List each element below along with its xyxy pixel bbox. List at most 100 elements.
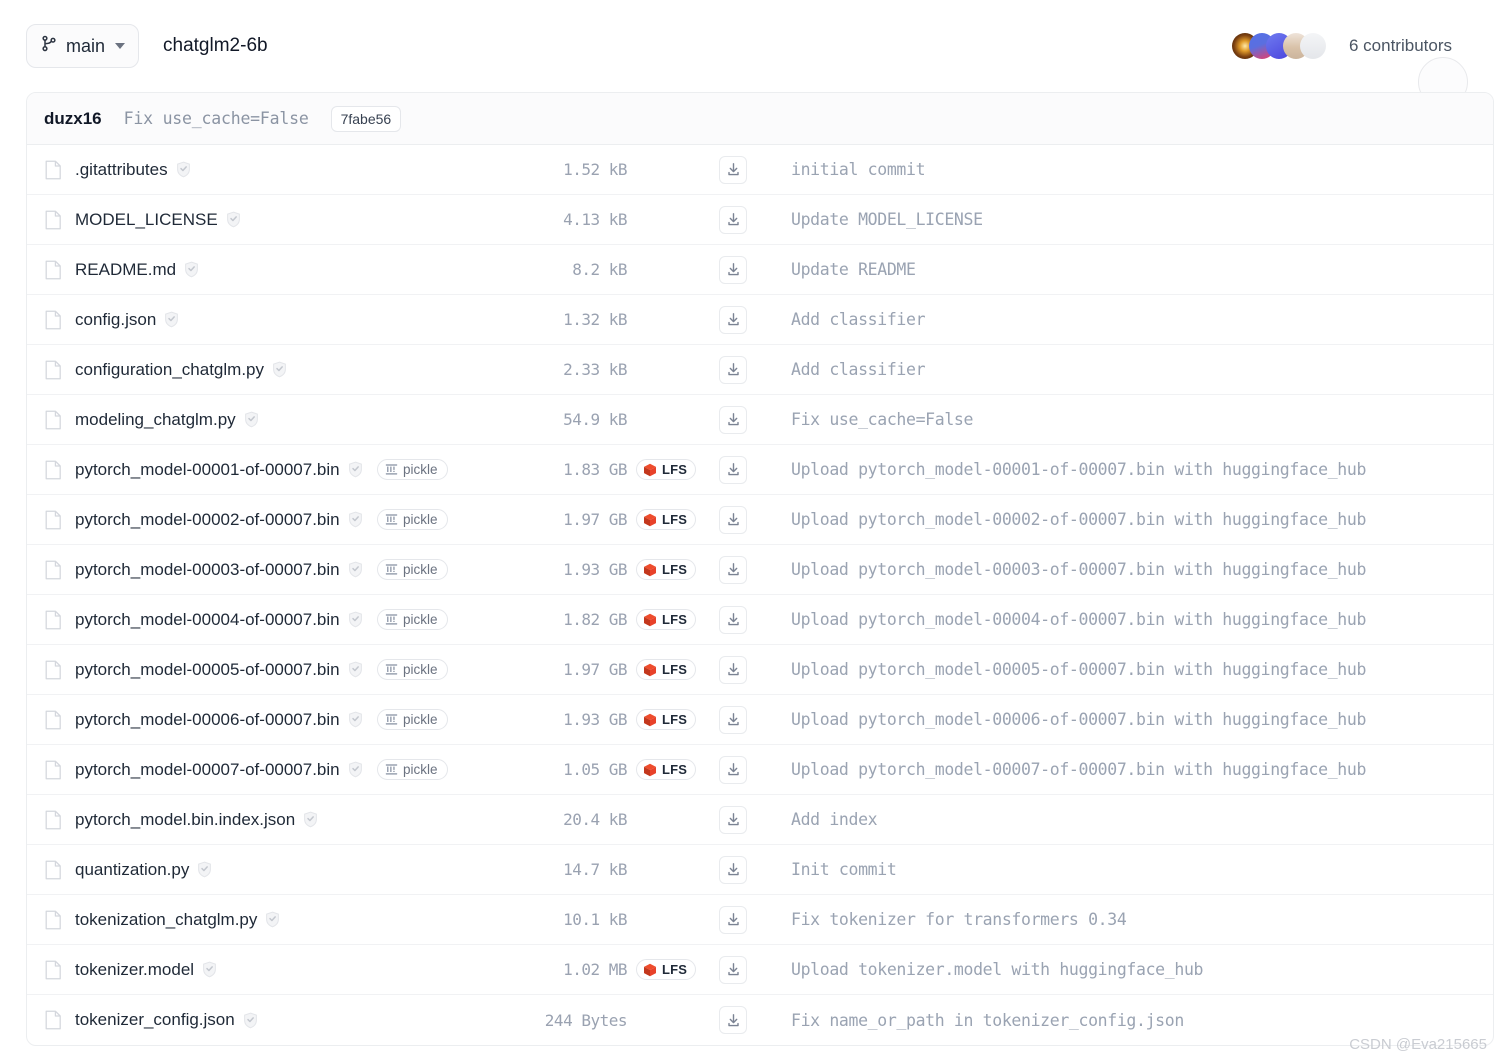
row-commit-message[interactable]: Add classifier xyxy=(763,360,1493,379)
file-name-cell[interactable]: tokenizer_config.json xyxy=(27,1010,377,1030)
safetensors-shield-icon[interactable] xyxy=(265,911,280,928)
pickle-badge[interactable]: pickle xyxy=(377,609,448,630)
file-name-label[interactable]: pytorch_model.bin.index.json xyxy=(75,810,295,830)
safetensors-shield-icon[interactable] xyxy=(272,361,287,378)
file-name-cell[interactable]: config.json xyxy=(27,310,377,330)
row-commit-message[interactable]: Upload pytorch_model-00001-of-00007.bin … xyxy=(763,460,1493,479)
row-commit-message[interactable]: Upload pytorch_model-00004-of-00007.bin … xyxy=(763,610,1493,629)
row-commit-message[interactable]: Update README xyxy=(763,260,1493,279)
file-name-cell[interactable]: .gitattributes xyxy=(27,160,377,180)
download-button[interactable] xyxy=(719,905,747,934)
row-commit-message[interactable]: initial commit xyxy=(763,160,1493,179)
lfs-badge[interactable]: LFS xyxy=(636,659,697,680)
safetensors-shield-icon[interactable] xyxy=(244,411,259,428)
file-name-label[interactable]: pytorch_model-00004-of-00007.bin xyxy=(75,610,340,630)
safetensors-shield-icon[interactable] xyxy=(348,561,363,578)
file-name-cell[interactable]: pytorch_model-00003-of-00007.bin xyxy=(27,560,377,580)
avatar[interactable] xyxy=(1300,33,1326,59)
file-name-cell[interactable]: pytorch_model-00007-of-00007.bin xyxy=(27,760,377,780)
table-row[interactable]: tokenizer_config.json 244 Bytes Fix name_o… xyxy=(27,995,1493,1045)
table-row[interactable]: MODEL_LICENSE 4.13 kB Update MODEL_LICENSE xyxy=(27,195,1493,245)
row-commit-message[interactable]: Fix use_cache=False xyxy=(763,410,1493,429)
table-row[interactable]: pytorch_model-00007-of-00007.bin pickle 1.… xyxy=(27,745,1493,795)
file-name-label[interactable]: quantization.py xyxy=(75,860,189,880)
file-name-label[interactable]: tokenization_chatglm.py xyxy=(75,910,257,930)
download-button[interactable] xyxy=(719,355,747,384)
row-commit-message[interactable]: Upload pytorch_model-00006-of-00007.bin … xyxy=(763,710,1493,729)
file-name-cell[interactable]: configuration_chatglm.py xyxy=(27,360,377,380)
row-commit-message[interactable]: Add index xyxy=(763,810,1493,829)
safetensors-shield-icon[interactable] xyxy=(197,861,212,878)
table-row[interactable]: pytorch_model-00002-of-00007.bin pickle 1.… xyxy=(27,495,1493,545)
file-name-cell[interactable]: tokenization_chatglm.py xyxy=(27,910,377,930)
file-name-label[interactable]: tokenizer_config.json xyxy=(75,1010,235,1030)
file-name-label[interactable]: README.md xyxy=(75,260,176,280)
table-row[interactable]: tokenization_chatglm.py 10.1 kB Fix tokeni… xyxy=(27,895,1493,945)
safetensors-shield-icon[interactable] xyxy=(303,811,318,828)
lfs-badge[interactable]: LFS xyxy=(636,609,697,630)
row-commit-message[interactable]: Fix name_or_path in tokenizer_config.jso… xyxy=(763,1011,1493,1030)
row-commit-message[interactable]: Init commit xyxy=(763,860,1493,879)
safetensors-shield-icon[interactable] xyxy=(226,211,241,228)
row-commit-message[interactable]: Add classifier xyxy=(763,310,1493,329)
file-name-label[interactable]: configuration_chatglm.py xyxy=(75,360,264,380)
download-button[interactable] xyxy=(719,1006,747,1034)
download-button[interactable] xyxy=(719,205,747,234)
pickle-badge[interactable]: pickle xyxy=(377,459,448,480)
lfs-badge[interactable]: LFS xyxy=(636,709,697,730)
row-commit-message[interactable]: Upload pytorch_model-00007-of-00007.bin … xyxy=(763,760,1493,779)
row-commit-message[interactable]: Fix tokenizer for transformers 0.34 xyxy=(763,910,1493,929)
row-commit-message[interactable]: Upload pytorch_model-00003-of-00007.bin … xyxy=(763,560,1493,579)
download-button[interactable] xyxy=(719,255,747,284)
safetensors-shield-icon[interactable] xyxy=(348,711,363,728)
download-button[interactable] xyxy=(719,555,747,584)
file-name-label[interactable]: pytorch_model-00002-of-00007.bin xyxy=(75,510,340,530)
file-name-cell[interactable]: README.md xyxy=(27,260,377,280)
file-name-cell[interactable]: pytorch_model-00006-of-00007.bin xyxy=(27,710,377,730)
table-row[interactable]: pytorch_model-00005-of-00007.bin pickle 1.… xyxy=(27,645,1493,695)
download-button[interactable] xyxy=(719,305,747,334)
pickle-badge[interactable]: pickle xyxy=(377,509,448,530)
safetensors-shield-icon[interactable] xyxy=(184,261,199,278)
safetensors-shield-icon[interactable] xyxy=(164,311,179,328)
safetensors-shield-icon[interactable] xyxy=(243,1012,258,1029)
download-button[interactable] xyxy=(719,605,747,634)
file-name-label[interactable]: tokenizer.model xyxy=(75,960,194,980)
file-name-cell[interactable]: quantization.py xyxy=(27,860,377,880)
lfs-badge[interactable]: LFS xyxy=(636,559,697,580)
file-name-cell[interactable]: pytorch_model.bin.index.json xyxy=(27,810,377,830)
file-name-label[interactable]: pytorch_model-00007-of-00007.bin xyxy=(75,760,340,780)
file-name-label[interactable]: pytorch_model-00005-of-00007.bin xyxy=(75,660,340,680)
row-commit-message[interactable]: Upload tokenizer.model with huggingface_… xyxy=(763,960,1493,979)
safetensors-shield-icon[interactable] xyxy=(348,761,363,778)
branch-selector-button[interactable]: main xyxy=(26,24,140,68)
lfs-badge[interactable]: LFS xyxy=(636,509,697,530)
contributors-group[interactable]: 6 contributors xyxy=(1232,33,1468,107)
file-name-label[interactable]: config.json xyxy=(75,310,156,330)
lfs-badge[interactable]: LFS xyxy=(636,459,697,480)
row-commit-message[interactable]: Update MODEL_LICENSE xyxy=(763,210,1493,229)
file-name-label[interactable]: .gitattributes xyxy=(75,160,168,180)
download-button[interactable] xyxy=(719,955,747,984)
download-button[interactable] xyxy=(719,405,747,434)
download-button[interactable] xyxy=(719,855,747,884)
commit-sha-badge[interactable]: 7fabe56 xyxy=(330,105,402,132)
contributor-avatars[interactable] xyxy=(1232,33,1326,59)
file-name-label[interactable]: pytorch_model-00006-of-00007.bin xyxy=(75,710,340,730)
file-name-cell[interactable]: pytorch_model-00001-of-00007.bin xyxy=(27,460,377,480)
commit-message[interactable]: Fix use_cache=False xyxy=(124,109,309,128)
table-row[interactable]: README.md 8.2 kB Update README xyxy=(27,245,1493,295)
pickle-badge[interactable]: pickle xyxy=(377,559,448,580)
table-row[interactable]: config.json 1.32 kB Add classifier xyxy=(27,295,1493,345)
file-name-cell[interactable]: MODEL_LICENSE xyxy=(27,210,377,230)
file-name-cell[interactable]: tokenizer.model xyxy=(27,960,377,980)
lfs-badge[interactable]: LFS xyxy=(636,759,697,780)
file-name-cell[interactable]: pytorch_model-00002-of-00007.bin xyxy=(27,510,377,530)
file-name-label[interactable]: pytorch_model-00001-of-00007.bin xyxy=(75,460,340,480)
download-button[interactable] xyxy=(719,805,747,834)
table-row[interactable]: pytorch_model.bin.index.json 20.4 kB Add i… xyxy=(27,795,1493,845)
safetensors-shield-icon[interactable] xyxy=(348,611,363,628)
download-button[interactable] xyxy=(719,455,747,484)
row-commit-message[interactable]: Upload pytorch_model-00002-of-00007.bin … xyxy=(763,510,1493,529)
download-button[interactable] xyxy=(719,655,747,684)
